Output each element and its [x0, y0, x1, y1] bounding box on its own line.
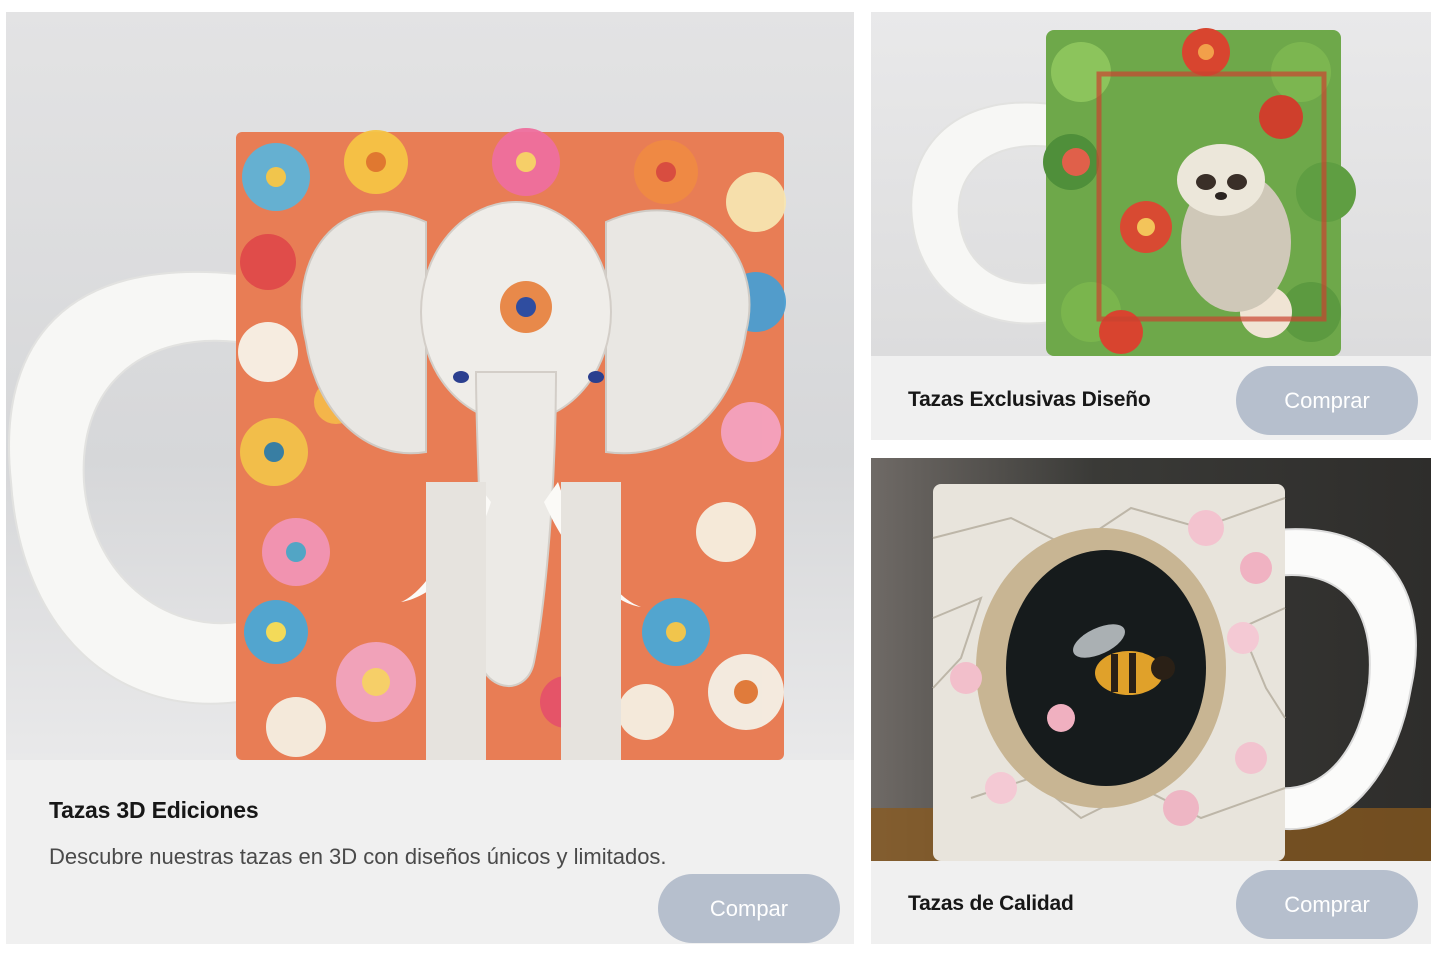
elephant-mug-illustration [8, 128, 786, 760]
product-image-sloth-mug[interactable] [871, 12, 1431, 356]
buy-button[interactable]: Compar [658, 874, 840, 943]
product-card-exclusive-design[interactable]: Tazas Exclusivas Diseño Comprar [871, 12, 1431, 440]
product-image-bee-mug[interactable] [871, 458, 1431, 861]
product-card-quality[interactable]: Tazas de Calidad Comprar [871, 458, 1431, 944]
product-card-3d-editions[interactable]: Tazas 3D Ediciones Descubre nuestras taz… [6, 12, 854, 944]
product-description: Descubre nuestras tazas en 3D con diseño… [49, 844, 667, 869]
bee-mug-illustration [871, 484, 1431, 861]
sloth-mug-illustration [910, 28, 1356, 356]
buy-button[interactable]: Comprar [1236, 870, 1418, 939]
product-title: Tazas de Calidad [908, 892, 1074, 915]
buy-button[interactable]: Comprar [1236, 366, 1418, 435]
product-image-elephant-mug[interactable] [6, 12, 854, 760]
product-title: Tazas Exclusivas Diseño [908, 388, 1151, 411]
product-title: Tazas 3D Ediciones [49, 797, 259, 823]
